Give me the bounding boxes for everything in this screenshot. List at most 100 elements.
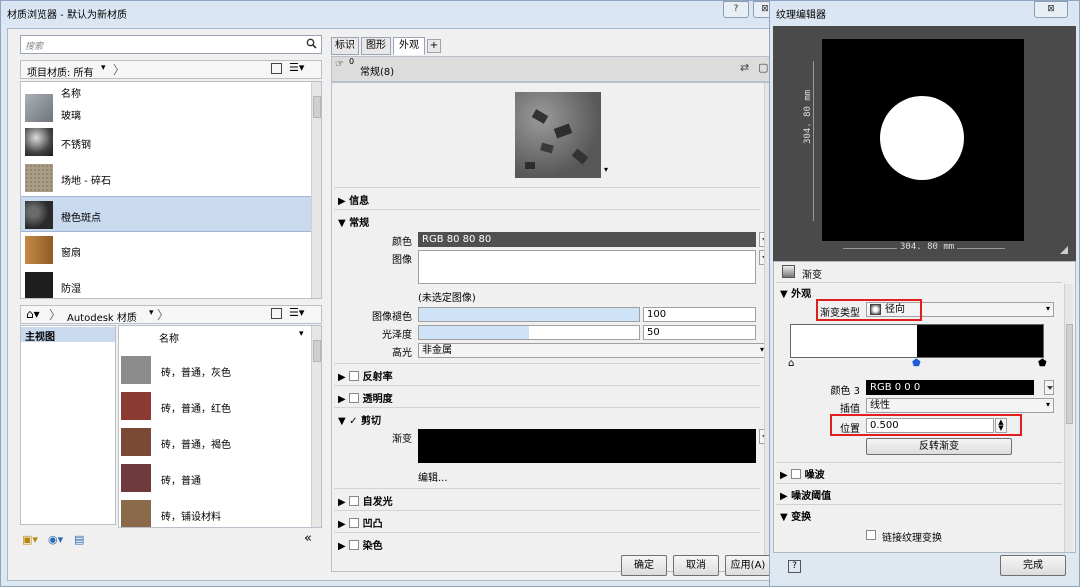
cancel-button[interactable]: 取消 (673, 555, 719, 576)
cutout-gradient-preview[interactable] (418, 429, 756, 463)
image-field[interactable] (418, 250, 756, 284)
panel-toggle-icon[interactable] (271, 63, 282, 74)
library-bar: ⌂▾ 〉 Autodesk 材质 ▾ 〉 ☰▾ (20, 305, 322, 324)
resize-grip-icon[interactable] (1060, 246, 1068, 254)
list-item[interactable]: 砖，普通，褐色 (119, 424, 311, 460)
apply-button[interactable]: 应用(A) (725, 555, 771, 576)
section-cutout[interactable]: ▼ ✓ 剪切 (338, 412, 381, 427)
stop-color-field[interactable]: RGB 0 0 0 (866, 380, 1034, 395)
tab-identity[interactable]: 标识 (331, 37, 359, 55)
material-thumbnail (25, 201, 53, 229)
section-self-illumination[interactable]: ▶ 自发光 (338, 493, 393, 508)
stop-color-label: 颜色 3 (830, 386, 860, 397)
list-view-icon[interactable]: ☰▾ (289, 306, 304, 319)
search-input[interactable]: 搜索 (20, 35, 322, 54)
section-transform[interactable]: ▼ 变换 (780, 508, 811, 523)
material-thumbnail (25, 272, 53, 298)
gradient-stop-selected[interactable]: ⬟ (912, 358, 921, 369)
gloss-slider[interactable] (418, 325, 640, 340)
list-item[interactable]: 窗扇 (21, 232, 313, 268)
list-item[interactable]: 玻璃 (21, 90, 313, 126)
checkbox[interactable] (349, 371, 360, 381)
section-bump[interactable]: ▶ 凹凸 (338, 515, 383, 530)
section-noise-threshold[interactable]: ▶ 噪波阈值 (780, 487, 831, 502)
library-menu-icon[interactable]: ▣▾ (22, 533, 38, 546)
checkbox-checked[interactable]: ✓ (349, 416, 357, 427)
section-appearance[interactable]: ▼ 外观 (780, 285, 811, 300)
chevron-right-icon: 〉 (157, 308, 170, 322)
list-item[interactable]: 砖，铺设材料 (119, 496, 311, 527)
done-button[interactable]: 完成 (1000, 555, 1066, 576)
section-tint[interactable]: ▶ 染色 (338, 537, 383, 552)
project-materials-bar: 项目材质: 所有 ▾ 〉 ☰▾ (20, 60, 322, 79)
chevron-down-icon[interactable]: ▾ (604, 165, 608, 174)
tab-appearance[interactable]: 外观 (393, 37, 425, 55)
chevron-down-icon[interactable]: ▾ (101, 63, 106, 73)
stop-color-dropdown[interactable] (1044, 380, 1054, 395)
panel-toggle-icon[interactable] (271, 308, 282, 319)
project-materials-filter[interactable]: 项目材质: 所有 (27, 64, 94, 79)
tab-graphics[interactable]: 图形 (361, 37, 391, 55)
collapse-icon[interactable]: « (304, 531, 312, 546)
chevron-down-icon[interactable]: ▾ (149, 308, 154, 318)
gloss-value-field[interactable]: 50 (643, 325, 756, 340)
section-noise[interactable]: ▶ 噪波 (780, 466, 825, 481)
texture-scrollbar[interactable] (1064, 284, 1073, 552)
gradient-stop-start[interactable]: ⌂ (788, 358, 794, 369)
interpolation-select[interactable]: 线性 (866, 398, 1054, 413)
section-transparency[interactable]: ▶ 透明度 (338, 390, 393, 405)
checkbox[interactable] (349, 393, 360, 403)
link-transform-checkbox[interactable] (866, 530, 876, 540)
home-icon[interactable]: ⌂▾ (26, 307, 40, 321)
fade-slider[interactable] (418, 307, 640, 322)
ok-button[interactable]: 确定 (621, 555, 667, 576)
section-generic[interactable]: ▼ 常规 (338, 214, 369, 229)
scroll-thumb[interactable] (313, 340, 321, 362)
reverse-gradient-button[interactable]: 反转渐变 (866, 438, 1012, 455)
fade-value-field[interactable]: 100 (643, 307, 756, 322)
texture-help-button[interactable]: ? (788, 560, 801, 573)
scroll-thumb[interactable] (1066, 324, 1073, 424)
add-tab-button[interactable]: + (427, 39, 441, 53)
chevron-right-icon: 〉 (49, 308, 62, 322)
checkbox[interactable] (349, 540, 360, 550)
section-info[interactable]: ▶ 信息 (338, 192, 369, 207)
section-reflectivity[interactable]: ▶ 反射率 (338, 368, 393, 383)
material-editor-icon[interactable]: ▤ (74, 533, 84, 546)
main-client-area: 搜索 项目材质: 所有 ▾ 〉 ☰▾ 名称 玻璃 不锈钢 场地 - 碎石 橙色斑… (7, 28, 775, 581)
edit-link[interactable]: 编辑... (418, 469, 448, 484)
texture-close-button[interactable]: ⊠ (1034, 1, 1068, 18)
tree-item-main-view[interactable]: 主视图 (21, 327, 115, 343)
replace-asset-icon[interactable]: ⇄ (740, 61, 749, 74)
main-help-button[interactable]: ? (723, 1, 749, 18)
highlight-select[interactable]: 非金属 (418, 343, 768, 358)
duplicate-asset-icon[interactable]: ▢ (758, 61, 768, 74)
material-preview[interactable] (515, 92, 601, 178)
library-list-scrollbar[interactable] (311, 326, 321, 527)
checkbox[interactable] (349, 496, 360, 506)
texture-preview: 304. 80 mm 304. 80 mm (773, 26, 1076, 261)
column-header-name[interactable]: 名称 (159, 330, 179, 345)
chevron-right-icon: 〉 (113, 63, 126, 77)
scroll-thumb[interactable] (313, 96, 321, 118)
search-icon[interactable] (306, 38, 317, 49)
list-item-selected[interactable]: 橙色斑点 (21, 196, 313, 232)
list-item[interactable]: 砖，普通，红色 (119, 388, 311, 424)
list-item[interactable]: 防湿 (21, 268, 313, 298)
list-item[interactable]: 砖，普通，灰色 (119, 352, 311, 388)
checkbox[interactable] (349, 518, 360, 528)
list-item[interactable]: 场地 - 碎石 (21, 160, 313, 196)
list-item[interactable]: 砖，普通 (119, 460, 311, 496)
library-materials-list: 名称 ▾ 砖，普通，灰色 砖，普通，红色 砖，普通，褐色 砖，普通 砖，铺设材料 (118, 325, 322, 528)
color-field[interactable]: RGB 80 80 80 (418, 232, 756, 247)
list-item[interactable]: 不锈钢 (21, 124, 313, 160)
list-view-icon[interactable]: ☰▾ (289, 61, 304, 74)
gradient-stop-end[interactable]: ⬟ (1038, 358, 1047, 369)
checkbox[interactable] (791, 469, 802, 479)
sort-dropdown-icon[interactable]: ▾ (299, 329, 304, 339)
library-name[interactable]: Autodesk 材质 (67, 309, 137, 324)
add-material-icon[interactable]: ◉▾ (48, 533, 63, 546)
texture-properties: 渐变 ▼ 外观 渐变类型 径向 ▾ ⌂ ⬟ ⬟ 颜色 3 RGB 0 0 0 插… (773, 261, 1076, 553)
project-list-scrollbar[interactable] (311, 82, 321, 298)
gradient-bar[interactable] (790, 324, 1044, 358)
